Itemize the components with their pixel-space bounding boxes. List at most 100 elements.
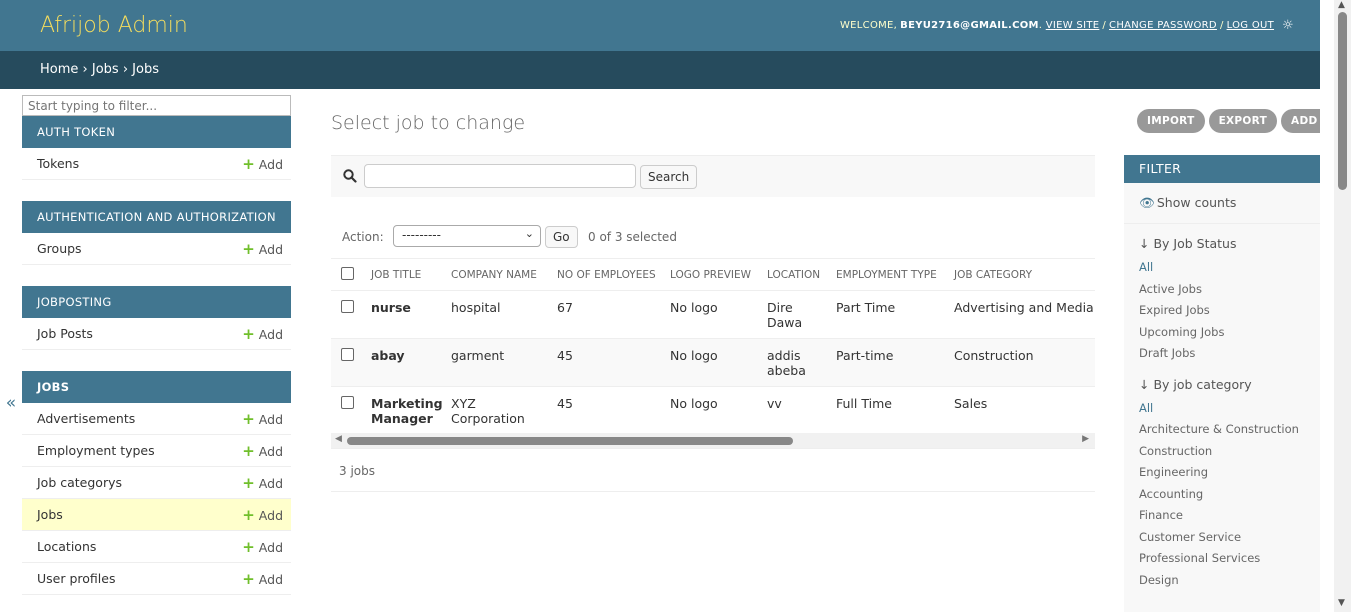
filter-item[interactable]: Professional Services — [1124, 548, 1320, 570]
add-link[interactable]: + Add — [242, 531, 283, 562]
sidebar-item-label[interactable]: Locations — [37, 531, 96, 562]
module-caption[interactable]: JOBPOSTING — [22, 286, 291, 318]
add-link[interactable]: + Add — [242, 499, 283, 530]
filter-item[interactable]: Architecture & Construction — [1124, 419, 1320, 441]
breadcrumb-separator: › — [122, 62, 129, 77]
row-checkbox[interactable] — [341, 348, 354, 361]
column-header[interactable]: JOB CATEGORY — [954, 269, 1032, 281]
table-cell: No logo — [670, 300, 718, 315]
module-jobs: JOBS Advertisements + Add Employment type… — [22, 371, 291, 595]
horizontal-scrollbar[interactable]: ◀ ▶ — [331, 433, 1095, 449]
filter-item[interactable]: Finance — [1124, 505, 1320, 527]
filter-item[interactable]: Engineering — [1124, 462, 1320, 484]
add-link[interactable]: + Add — [242, 435, 283, 466]
breadcrumb-home[interactable]: Home — [40, 62, 78, 77]
column-header[interactable]: LOGO PREVIEW — [670, 269, 751, 281]
scrollbar-thumb[interactable] — [1338, 12, 1347, 190]
sidebar-item-label[interactable]: Jobs — [37, 499, 63, 530]
log-out-link[interactable]: LOG OUT — [1227, 20, 1274, 31]
sidebar-item-label[interactable]: Groups — [37, 233, 82, 264]
filter-item[interactable]: Customer Service — [1124, 527, 1320, 549]
job-title-link[interactable]: Marketing Manager — [371, 396, 443, 426]
column-header[interactable]: COMPANY NAME — [451, 269, 537, 281]
sidebar-item-jobs[interactable]: Jobs + Add — [22, 499, 291, 531]
filter-item[interactable]: Expired Jobs — [1124, 300, 1320, 322]
nav-filter-input[interactable] — [22, 95, 291, 116]
filter-heading[interactable]: ↓ By job category — [1124, 365, 1320, 398]
filter-item[interactable]: Draft Jobs — [1124, 343, 1320, 365]
module-caption[interactable]: AUTH TOKEN — [22, 116, 291, 148]
job-title-link[interactable]: abay — [371, 348, 441, 363]
sidebar-item-locations[interactable]: Locations + Add — [22, 531, 291, 563]
table-row: abay garment 45 No logo addis abeba Part… — [331, 339, 1095, 387]
sidebar-item-label[interactable]: Job Posts — [37, 318, 93, 349]
search-button[interactable]: Search — [640, 165, 698, 189]
sidebar-item-job-categorys[interactable]: Job categorys + Add — [22, 467, 291, 499]
add-link[interactable]: + Add — [242, 318, 283, 349]
sidebar-item-employment-types[interactable]: Employment types + Add — [22, 435, 291, 467]
select-all-checkbox[interactable] — [341, 267, 354, 280]
filter-item[interactable]: Upcoming Jobs — [1124, 322, 1320, 344]
column-header[interactable]: LOCATION — [767, 269, 820, 281]
scroll-right-icon[interactable]: ▶ — [1082, 434, 1089, 444]
result-table: JOB TITLE COMPANY NAME NO OF EMPLOYEES L… — [331, 258, 1095, 435]
export-button[interactable]: EXPORT — [1208, 109, 1278, 133]
filter-item[interactable]: Accounting — [1124, 484, 1320, 506]
show-counts-label: Show counts — [1156, 195, 1237, 210]
job-title-link[interactable]: nurse — [371, 300, 441, 315]
row-checkbox[interactable] — [341, 300, 354, 313]
page-title: Select job to change — [331, 112, 526, 134]
action-select[interactable]: --------- ⌄ — [393, 225, 541, 247]
table-header: JOB TITLE COMPANY NAME NO OF EMPLOYEES L… — [331, 258, 1095, 291]
show-counts-link[interactable]: 👁 Show counts — [1124, 183, 1320, 224]
table-cell: No logo — [670, 396, 718, 411]
scroll-up-icon[interactable]: ▲ — [1338, 0, 1345, 10]
filter-item[interactable]: All — [1124, 257, 1320, 279]
search-input[interactable] — [364, 164, 636, 188]
sidebar-item-label[interactable]: Advertisements — [37, 403, 135, 434]
filter-item[interactable]: Active Jobs — [1124, 279, 1320, 301]
table-cell: Part-time — [836, 348, 894, 363]
sidebar-item-label[interactable]: Job categorys — [37, 467, 122, 498]
module-caption[interactable]: JOBS — [22, 371, 291, 403]
scroll-down-icon[interactable]: ▼ — [1338, 598, 1345, 608]
add-link[interactable]: + Add — [242, 467, 283, 498]
sidebar-item-advertisements[interactable]: Advertisements + Add — [22, 403, 291, 435]
add-link[interactable]: + Add — [242, 563, 283, 594]
username: BEYU2716@GMAIL.COM — [900, 20, 1039, 31]
add-link[interactable]: + Add — [242, 233, 283, 264]
view-site-link[interactable]: VIEW SITE — [1046, 20, 1100, 31]
column-header[interactable]: EMPLOYMENT TYPE — [836, 269, 937, 281]
sidebar-item-user-profiles[interactable]: User profiles + Add — [22, 563, 291, 595]
sidebar-item-job-posts[interactable]: Job Posts + Add — [22, 318, 291, 350]
toggle-sidebar-button[interactable]: « — [0, 393, 22, 413]
add-job-button[interactable]: ADD JOB — [1281, 109, 1320, 133]
go-button[interactable]: Go — [545, 226, 578, 248]
scrollbar-thumb[interactable] — [347, 437, 793, 445]
import-button[interactable]: IMPORT — [1137, 109, 1205, 133]
module-caption[interactable]: AUTHENTICATION AND AUTHORIZATION — [22, 201, 291, 233]
sidebar-item-label[interactable]: Employment types — [37, 435, 155, 466]
vertical-scrollbar[interactable]: ▲ ▼ — [1334, 0, 1351, 612]
filter-heading[interactable]: ↓ By Job Status — [1124, 224, 1320, 257]
change-password-link[interactable]: CHANGE PASSWORD — [1109, 20, 1217, 31]
column-header[interactable]: JOB TITLE — [371, 269, 421, 281]
filter-item[interactable]: Design — [1124, 570, 1320, 592]
add-link[interactable]: + Add — [242, 403, 283, 434]
sidebar-item-tokens[interactable]: Tokens + Add — [22, 148, 291, 180]
plus-icon: + — [242, 442, 255, 460]
breadcrumb-app[interactable]: Jobs — [92, 62, 119, 77]
sidebar-item-label[interactable]: Tokens — [37, 148, 79, 179]
add-link[interactable]: + Add — [242, 148, 283, 179]
column-header[interactable]: NO OF EMPLOYEES — [557, 269, 656, 281]
scroll-left-icon[interactable]: ◀ — [335, 434, 342, 444]
filter-item[interactable]: Construction — [1124, 441, 1320, 463]
site-branding[interactable]: Afrijob Admin — [40, 13, 188, 38]
sun-icon[interactable]: ☼ — [1282, 18, 1294, 33]
sidebar-item-label[interactable]: User profiles — [37, 563, 115, 594]
table-cell: garment — [451, 348, 505, 363]
row-checkbox[interactable] — [341, 396, 354, 409]
eye-icon: 👁 — [1139, 195, 1155, 210]
sidebar-item-groups[interactable]: Groups + Add — [22, 233, 291, 265]
filter-item[interactable]: All — [1124, 398, 1320, 420]
